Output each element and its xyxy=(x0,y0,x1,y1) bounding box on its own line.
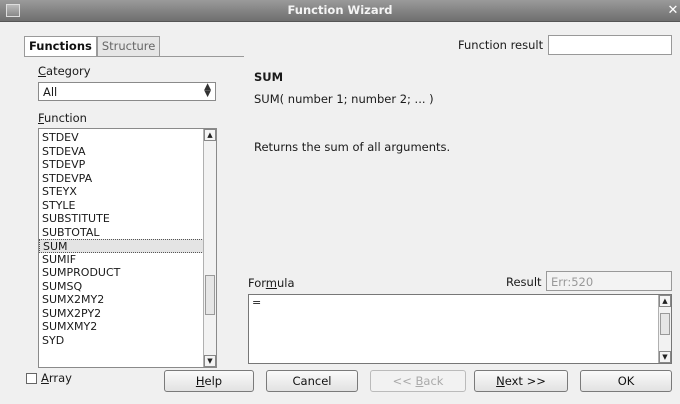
function-wizard-dialog: Functions Structure Function result Cate… xyxy=(0,22,680,404)
function-list-item[interactable]: SUMXMY2 xyxy=(39,320,204,334)
title-bar: Function Wizard ✕ xyxy=(0,0,680,22)
function-list-item[interactable]: STDEVPA xyxy=(39,172,204,186)
scroll-up-icon[interactable]: ▲ xyxy=(659,295,671,307)
formula-text: = xyxy=(252,296,262,309)
function-list-item[interactable]: SUBSTITUTE xyxy=(39,212,204,226)
help-button[interactable]: Help xyxy=(164,370,254,392)
back-button[interactable]: << Back xyxy=(370,370,466,392)
formula-editor[interactable]: = ▲ ▼ xyxy=(248,294,672,364)
function-list-item[interactable]: SYD xyxy=(39,334,204,348)
tab-functions[interactable]: Functions xyxy=(24,36,97,57)
function-result-label: Function result xyxy=(458,38,544,52)
function-list-item[interactable]: SUMX2MY2 xyxy=(39,293,204,307)
function-list-item[interactable]: SUM xyxy=(39,239,204,253)
category-selected-value: All xyxy=(43,85,58,99)
scroll-down-icon[interactable]: ▼ xyxy=(659,351,671,363)
ok-button[interactable]: OK xyxy=(580,370,672,392)
function-label: Function xyxy=(38,111,87,125)
function-signature: SUM( number 1; number 2; ... ) xyxy=(254,92,434,106)
function-list-item[interactable]: SUMPRODUCT xyxy=(39,266,204,280)
result-label: Result xyxy=(506,275,542,289)
function-list: STDEV STDEVA STDEVP STDEVPA STEYX STYLE SUBSTI… xyxy=(39,131,204,347)
function-list-item[interactable]: STDEVA xyxy=(39,145,204,159)
scroll-thumb[interactable] xyxy=(205,275,215,315)
formula-label: Formula xyxy=(248,276,295,290)
array-label[interactable]: Array xyxy=(41,371,72,385)
function-list-item[interactable]: STEYX xyxy=(39,185,204,199)
category-label: Category xyxy=(38,64,91,78)
scroll-thumb[interactable] xyxy=(660,313,670,335)
function-name: SUM xyxy=(254,70,284,84)
function-list-item[interactable]: SUMX2PY2 xyxy=(39,307,204,321)
function-list-item[interactable]: SUMSQ xyxy=(39,280,204,294)
function-list-scrollbar[interactable]: ▲ ▼ xyxy=(203,129,216,367)
function-listbox[interactable]: STDEV STDEVA STDEVP STDEVPA STEYX STYLE SUBSTI… xyxy=(38,128,217,368)
tab-divider xyxy=(24,56,244,57)
tab-structure[interactable]: Structure xyxy=(96,36,161,56)
window-title: Function Wizard xyxy=(287,3,393,17)
next-button[interactable]: Next >> xyxy=(474,370,568,392)
cancel-button[interactable]: Cancel xyxy=(266,370,358,392)
function-list-item[interactable]: STDEVP xyxy=(39,158,204,172)
function-list-item[interactable]: SUMIF xyxy=(39,253,204,267)
array-checkbox[interactable] xyxy=(26,373,37,384)
close-icon[interactable]: ✕ xyxy=(666,2,680,19)
result-field: Err:520 xyxy=(546,271,672,291)
formula-scrollbar[interactable]: ▲ ▼ xyxy=(658,295,671,363)
category-select[interactable]: All ▲ ▼ xyxy=(38,82,216,101)
function-description: Returns the sum of all arguments. xyxy=(254,140,451,154)
function-list-item[interactable]: STDEV xyxy=(39,131,204,145)
scroll-up-icon[interactable]: ▲ xyxy=(204,129,216,141)
scroll-down-icon[interactable]: ▼ xyxy=(204,355,216,367)
tab-bar: Functions Structure xyxy=(24,36,161,57)
function-list-item[interactable]: STYLE xyxy=(39,199,204,213)
select-arrows-icon: ▲ ▼ xyxy=(204,82,211,99)
function-list-item[interactable]: SUBTOTAL xyxy=(39,226,204,240)
function-result-field xyxy=(548,35,672,55)
